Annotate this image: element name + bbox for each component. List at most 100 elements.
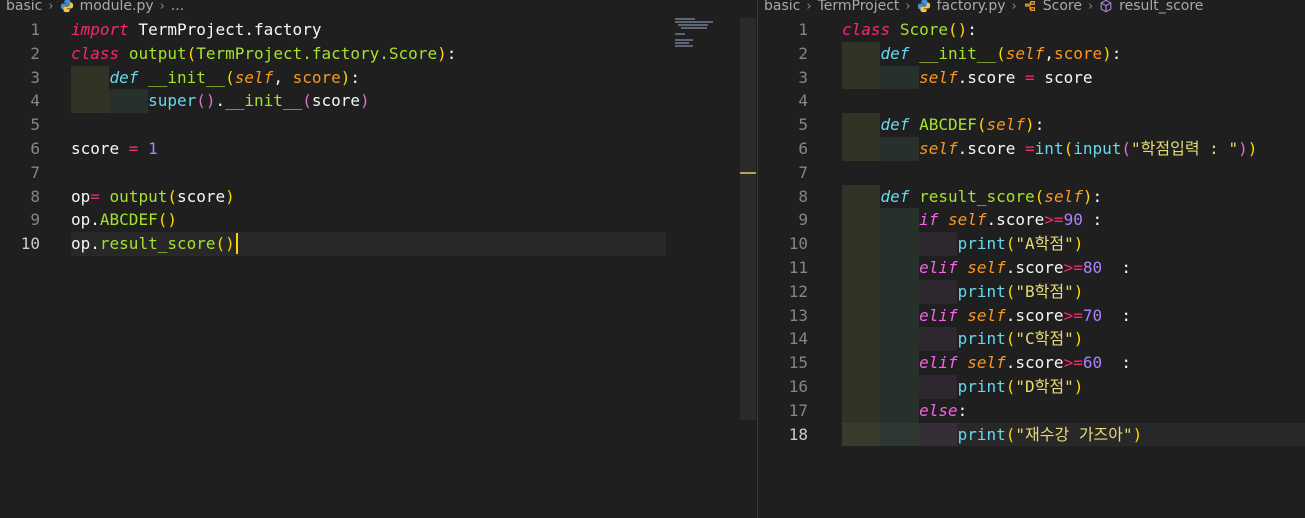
code-token: self <box>947 210 987 230</box>
breadcrumb-item-subfolder[interactable]: TermProject <box>818 0 900 13</box>
code-token: import <box>71 20 129 39</box>
line-number[interactable]: 16 <box>780 375 808 399</box>
breadcrumb-item-file[interactable]: module.py <box>60 0 154 13</box>
code-line[interactable]: 3 def __init__(self, score): <box>0 66 757 90</box>
line-number[interactable]: 4 <box>12 89 40 113</box>
line-number[interactable]: 17 <box>780 399 808 423</box>
breadcrumb-item-folder[interactable]: basic <box>6 0 42 13</box>
line-number[interactable]: 4 <box>780 89 808 113</box>
code-token: ( <box>225 67 235 87</box>
code-token: 60 <box>1082 353 1103 373</box>
line-number[interactable]: 7 <box>12 161 40 185</box>
code-line[interactable]: 1 import TermProject.factory <box>0 18 757 42</box>
code-line[interactable]: 10 print("A학점") <box>758 232 1305 256</box>
line-number[interactable]: 12 <box>780 280 808 304</box>
code-line[interactable]: 9 if self.score>=90 : <box>758 208 1305 232</box>
code-text: op= output(score) <box>71 185 235 209</box>
code-token: score <box>1034 67 1093 87</box>
line-number[interactable]: 10 <box>12 232 40 256</box>
code-line[interactable]: 18 print("재수강 가즈아") <box>758 423 1305 447</box>
code-line[interactable]: 10 op.result_score() <box>0 232 757 256</box>
minimap[interactable] <box>673 18 717 48</box>
line-number[interactable]: 5 <box>780 113 808 137</box>
line-number[interactable]: 3 <box>780 66 808 90</box>
code-line[interactable]: 16 print("D학점") <box>758 375 1305 399</box>
code-line[interactable]: 13 elif self.score>=70 : <box>758 304 1305 328</box>
code-token: >= <box>1044 210 1064 230</box>
line-number[interactable]: 8 <box>12 185 40 209</box>
code-text: print("C학점") <box>842 327 1084 351</box>
code-line[interactable]: 1 class Score(): <box>758 18 1305 42</box>
line-number[interactable]: 6 <box>780 137 808 161</box>
code-line[interactable]: 4 <box>758 89 1305 113</box>
code-token: self <box>967 305 1006 325</box>
code-token: "B학점" <box>1015 281 1074 301</box>
line-number[interactable]: 18 <box>780 423 808 447</box>
code-line[interactable]: 8 def result_score(self): <box>758 185 1305 209</box>
line-number[interactable]: 2 <box>780 42 808 66</box>
breadcrumb-item-method[interactable]: result_score <box>1099 0 1203 13</box>
code-editor-right[interactable]: 1 class Score(): 2 def __init__(self,score… <box>758 18 1305 518</box>
code-editor-left[interactable]: 1 import TermProject.factory 2 class output… <box>0 18 757 518</box>
breadcrumb-item-class[interactable]: Score <box>1023 0 1082 13</box>
line-number[interactable]: 2 <box>12 42 40 66</box>
code-token: .score <box>957 67 1026 87</box>
code-line[interactable]: 2 def __init__(self,score): <box>758 42 1305 66</box>
line-number[interactable]: 7 <box>780 161 808 185</box>
code-line[interactable]: 4 super().__init__(score) <box>0 89 757 113</box>
line-number[interactable]: 5 <box>12 113 40 137</box>
code-line[interactable]: 8 op= output(score) <box>0 185 757 209</box>
code-token: ) <box>1238 139 1248 158</box>
line-number[interactable]: 9 <box>12 208 40 232</box>
chevron-right-icon: › <box>905 0 911 14</box>
breadcrumb-item-folder[interactable]: basic <box>764 0 800 13</box>
code-token: () <box>947 20 968 39</box>
line-number[interactable]: 9 <box>780 208 808 232</box>
code-token: "재수강 가즈아" <box>1015 424 1133 444</box>
code-token: = <box>128 139 139 158</box>
code-line[interactable]: 6 self.score =int(input("학점입력 : ")) <box>758 137 1305 161</box>
code-line[interactable]: 2 class output(TermProject.factory.Score)… <box>0 42 757 66</box>
breadcrumb-item-file[interactable]: factory.py <box>917 0 1006 13</box>
editor-group-left[interactable]: basic › module.py › ... 1 import TermProj… <box>0 0 757 518</box>
code-token: result_score <box>99 234 216 254</box>
editor-group-right[interactable]: basic › TermProject › factory.py › Score… <box>758 0 1305 518</box>
line-number[interactable]: 1 <box>12 18 40 42</box>
code-line[interactable]: 6 score = 1 <box>0 137 757 161</box>
code-line[interactable]: 15 elif self.score>=60 : <box>758 351 1305 375</box>
code-line[interactable]: 7 <box>758 161 1305 185</box>
code-token: 70 <box>1082 305 1103 325</box>
code-token: : <box>1111 43 1122 63</box>
line-number[interactable]: 14 <box>780 327 808 351</box>
code-token: ABCDEF <box>99 210 158 230</box>
line-number[interactable]: 1 <box>780 18 808 42</box>
line-number[interactable]: 3 <box>12 66 40 90</box>
code-token: >= <box>1063 305 1083 325</box>
code-line[interactable]: 14 print("C학점") <box>758 327 1305 351</box>
code-token: TermProject.factory.Score <box>196 43 438 63</box>
code-line[interactable]: 7 <box>0 161 757 185</box>
code-line[interactable]: 9 op.ABCDEF() <box>0 208 757 232</box>
code-line[interactable]: 17 else: <box>758 399 1305 423</box>
code-line[interactable]: 5 def ABCDEF(self): <box>758 113 1305 137</box>
code-token: ) <box>437 43 447 63</box>
code-token: : <box>1102 305 1131 325</box>
line-number[interactable]: 11 <box>780 256 808 280</box>
code-line[interactable]: 3 self.score = score <box>758 66 1305 90</box>
code-line[interactable]: 11 elif self.score>=80 : <box>758 256 1305 280</box>
vertical-scrollbar[interactable] <box>740 18 756 420</box>
code-text: import TermProject.factory <box>71 18 321 42</box>
line-number[interactable]: 10 <box>780 232 808 256</box>
line-number[interactable]: 8 <box>780 185 808 209</box>
line-number[interactable]: 6 <box>12 137 40 161</box>
code-token: ( <box>1034 186 1045 206</box>
code-line[interactable]: 12 print("B학점") <box>758 280 1305 304</box>
breadcrumb-item-more[interactable]: ... <box>171 0 184 13</box>
line-number[interactable]: 13 <box>780 304 808 328</box>
code-text: else: <box>842 399 967 423</box>
code-token: ) <box>340 67 351 87</box>
line-number[interactable]: 15 <box>780 351 808 375</box>
code-line[interactable]: 5 <box>0 113 757 137</box>
code-token: ) <box>1102 43 1112 63</box>
